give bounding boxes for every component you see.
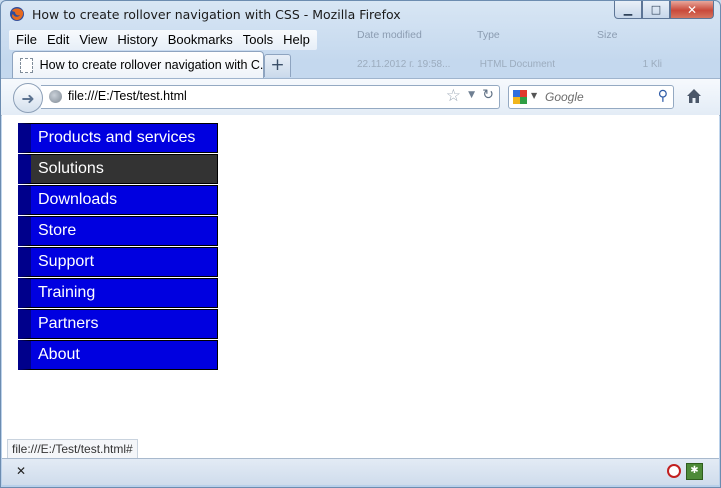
menu-history[interactable]: History xyxy=(112,30,162,50)
minimize-icon: ▁ xyxy=(623,3,633,16)
tab-active[interactable]: How to create rollover navigation with C… xyxy=(12,51,264,78)
menu-help[interactable]: Help xyxy=(278,30,315,50)
firefox-icon xyxy=(10,7,24,21)
search-engine-dropdown-icon[interactable]: ▼ xyxy=(531,91,537,100)
addon-bar: ✕ ✱ xyxy=(2,458,719,485)
navigation-toolbar: file:///E:/Test/test.html ☆ ▼ ↻ ➜ ▼ Goog… xyxy=(1,78,720,116)
maximize-icon: □ xyxy=(650,3,662,16)
url-text: file:///E:/Test/test.html xyxy=(68,89,187,103)
rollover-nav-menu: Products and services Solutions Download… xyxy=(18,123,218,371)
plus-icon: + xyxy=(270,55,285,75)
bg-header-type: Type xyxy=(477,29,500,41)
window-title: How to create rollover navigation with C… xyxy=(32,7,401,22)
back-arrow-icon: ➜ xyxy=(21,88,35,108)
close-button[interactable]: ✕ xyxy=(670,1,714,19)
browser-window: How to create rollover navigation with C… xyxy=(0,0,721,488)
nav-link-store[interactable]: Store xyxy=(18,216,218,246)
star-icon[interactable]: ☆ xyxy=(446,86,461,106)
back-button[interactable]: ➜ xyxy=(13,83,43,113)
addon-record-icon[interactable] xyxy=(667,464,681,478)
search-bar[interactable]: ▼ Google ⚲ xyxy=(508,85,674,109)
menu-view[interactable]: View xyxy=(74,30,112,50)
menu-bar: File Edit View History Bookmarks Tools H… xyxy=(9,30,317,50)
nav-link-about[interactable]: About xyxy=(18,340,218,370)
nav-link-downloads[interactable]: Downloads xyxy=(18,185,218,215)
menu-bookmarks[interactable]: Bookmarks xyxy=(163,30,238,50)
nav-link-training[interactable]: Training xyxy=(18,278,218,308)
addon-bug-icon[interactable]: ✱ xyxy=(686,463,703,480)
menu-tools[interactable]: Tools xyxy=(238,30,278,50)
background-column-headers: Date modified Type Size xyxy=(357,29,617,41)
reload-icon[interactable]: ↻ xyxy=(482,87,494,103)
window-controls: ▁ □ ✕ xyxy=(614,1,714,20)
bg-header-size: Size xyxy=(597,29,618,41)
menu-file[interactable]: File xyxy=(11,30,42,50)
chevron-down-icon[interactable]: ▼ xyxy=(468,90,475,100)
home-icon[interactable] xyxy=(685,87,703,105)
tab-bar: How to create rollover navigation with C… xyxy=(1,51,720,78)
close-addon-bar-icon[interactable]: ✕ xyxy=(16,464,26,478)
page-content: Products and services Solutions Download… xyxy=(2,115,719,459)
close-icon: ✕ xyxy=(686,2,698,17)
minimize-button[interactable]: ▁ xyxy=(614,1,642,19)
url-bar[interactable]: file:///E:/Test/test.html ☆ ▼ ↻ xyxy=(41,85,500,109)
nav-link-support[interactable]: Support xyxy=(18,247,218,277)
maximize-button[interactable]: □ xyxy=(642,1,670,19)
nav-link-solutions[interactable]: Solutions xyxy=(18,154,218,184)
google-icon[interactable] xyxy=(513,90,527,104)
status-link-url: file:///E:/Test/test.html# xyxy=(7,439,138,459)
menu-edit[interactable]: Edit xyxy=(42,30,74,50)
page-icon xyxy=(20,57,33,73)
bg-header-date: Date modified xyxy=(357,29,422,41)
title-bar[interactable]: How to create rollover navigation with C… xyxy=(1,1,720,29)
new-tab-button[interactable]: + xyxy=(264,54,291,77)
globe-icon xyxy=(49,90,62,103)
tab-label: How to create rollover navigation with C… xyxy=(39,58,263,72)
search-placeholder: Google xyxy=(545,90,584,104)
magnifier-icon[interactable]: ⚲ xyxy=(658,88,668,104)
nav-link-partners[interactable]: Partners xyxy=(18,309,218,339)
nav-link-products[interactable]: Products and services xyxy=(18,123,218,153)
